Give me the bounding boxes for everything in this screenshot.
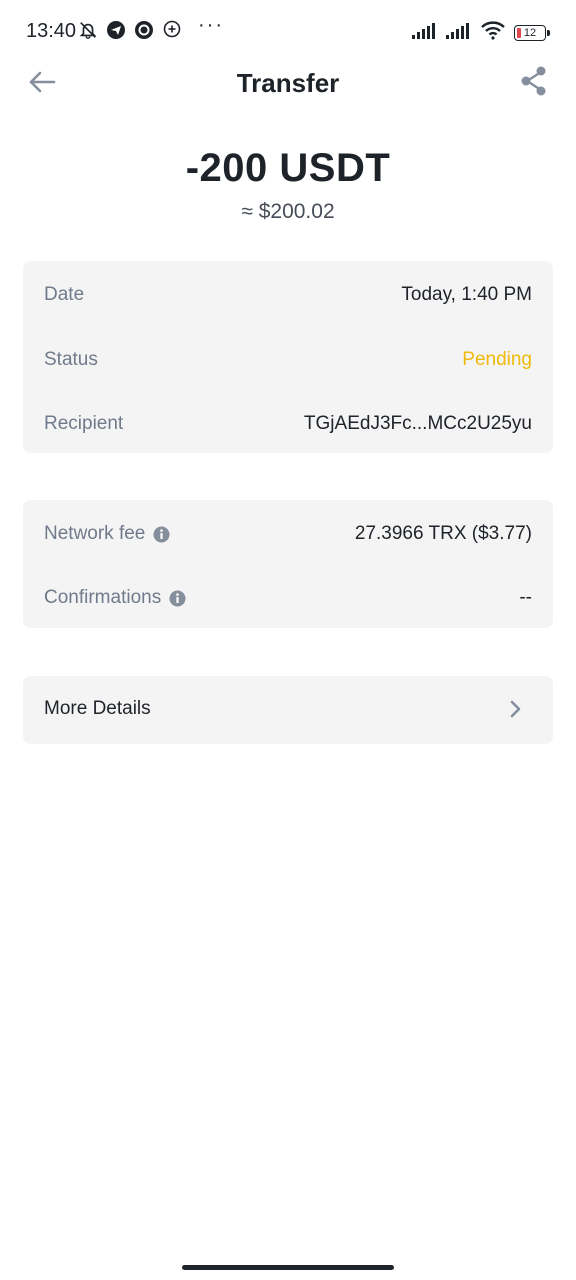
- status-row: Status Pending: [44, 345, 532, 375]
- recipient-row: Recipient TGjAEdJ3Fc...MCc2U25yu: [44, 409, 532, 439]
- network-fee-card: Network fee 27.3966 TRX ($3.77) Confirma…: [23, 500, 553, 628]
- confirmations-value: --: [519, 587, 532, 608]
- status-system-icons: 12: [412, 20, 550, 45]
- muted-bell-icon: [78, 20, 98, 40]
- telegram-icon: [106, 20, 126, 40]
- fiat-equivalent: ≈ $200.02: [241, 200, 335, 223]
- network-fee-label: Network fee: [44, 523, 146, 544]
- share-button[interactable]: [518, 66, 550, 100]
- location-plus-icon: [162, 20, 182, 40]
- status-label: Status: [44, 349, 98, 370]
- page-title: Transfer: [236, 68, 340, 98]
- date-row: Date Today, 1:40 PM: [44, 280, 532, 310]
- app-notification-icon: [134, 20, 154, 40]
- battery-icon: 12: [514, 24, 550, 41]
- more-notifications-dots: ···: [198, 14, 224, 36]
- home-indicator[interactable]: [182, 1265, 394, 1270]
- network-fee-info-icon[interactable]: [153, 526, 170, 543]
- network-fee-value: 27.3966 TRX ($3.77): [354, 523, 532, 544]
- transfer-details-card: Date Today, 1:40 PM Status Pending Recip…: [23, 261, 553, 453]
- status-time: 13:40: [26, 20, 77, 42]
- confirmations-row: Confirmations --: [44, 583, 532, 613]
- signal-icon: [412, 21, 438, 44]
- status-value: Pending: [462, 349, 532, 370]
- network-fee-row: Network fee 27.3966 TRX ($3.77): [44, 519, 532, 549]
- share-icon: [519, 65, 549, 102]
- confirmations-label-group: Confirmations: [44, 587, 186, 609]
- confirmations-info-icon[interactable]: [169, 590, 186, 607]
- chevron-right-icon: [509, 698, 523, 720]
- status-bar: 13:40 ··· 12: [0, 0, 576, 64]
- recipient-label: Recipient: [44, 413, 124, 434]
- recipient-address[interactable]: TGjAEdJ3Fc...MCc2U25yu: [304, 413, 532, 435]
- confirmations-label: Confirmations: [44, 587, 162, 608]
- status-notification-icons: [78, 20, 182, 40]
- more-details-label: More Details: [44, 698, 151, 719]
- network-fee-label-group: Network fee: [44, 523, 170, 545]
- date-value: Today, 1:40 PM: [401, 284, 532, 305]
- battery-level: 12: [523, 26, 537, 39]
- signal-icon-2: [446, 21, 472, 44]
- app-header: Transfer: [0, 56, 576, 112]
- date-label: Date: [44, 284, 85, 305]
- more-details-button[interactable]: More Details: [23, 676, 553, 744]
- transfer-amount: -200 USDT: [185, 146, 391, 190]
- wifi-icon: [480, 20, 506, 45]
